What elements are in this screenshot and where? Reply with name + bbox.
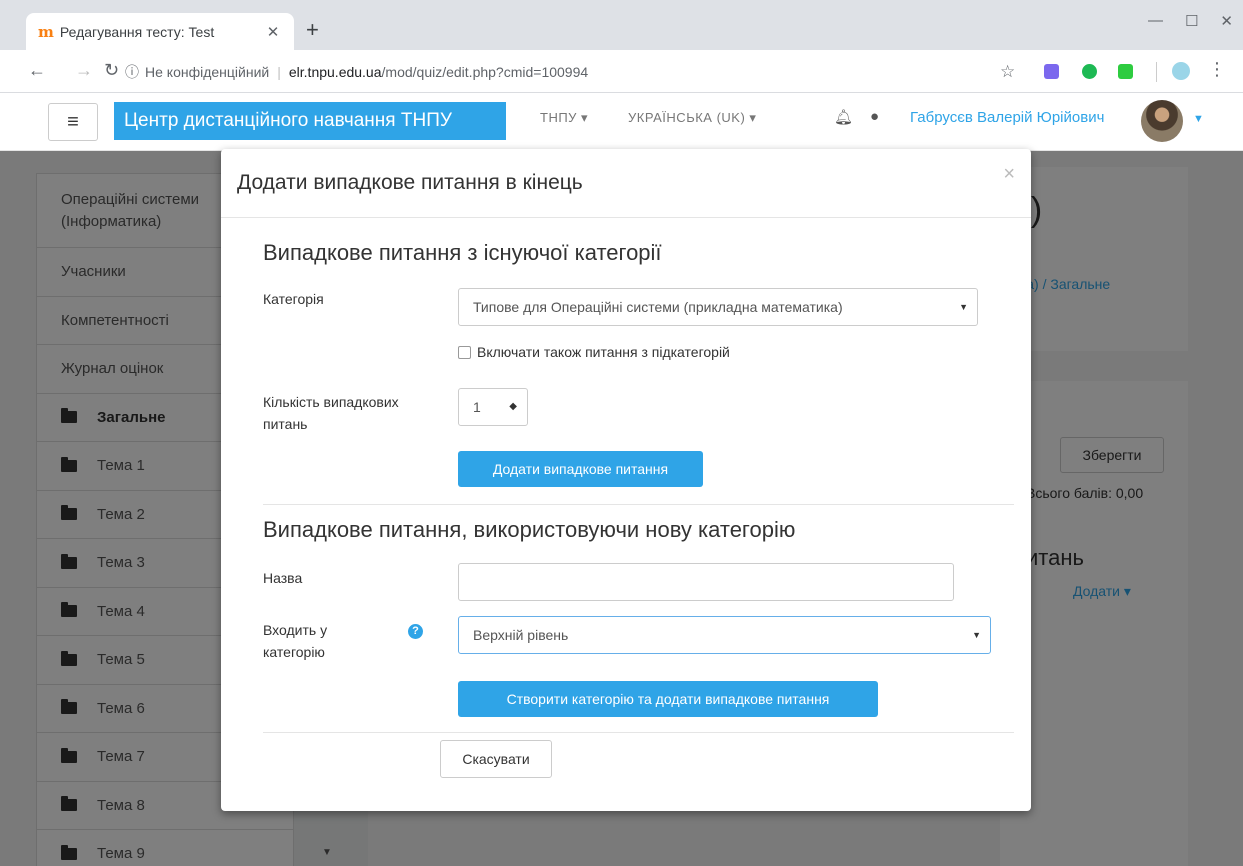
name-label: Назва bbox=[263, 570, 303, 586]
add-random-question-button[interactable]: Додати випадкове питання bbox=[458, 451, 703, 487]
browser-tab[interactable]: m Редагування тесту: Test ✕ bbox=[26, 13, 294, 50]
address-bar: ← → ↻ ⓘ Не конфіденційний | elr.tnpu.edu… bbox=[0, 50, 1243, 93]
section-divider bbox=[263, 504, 1014, 505]
create-category-button[interactable]: Створити категорію та додати випадкове п… bbox=[458, 681, 878, 717]
translate-extension-icon[interactable] bbox=[1044, 64, 1059, 79]
count-select-value: 1 bbox=[473, 399, 481, 415]
close-icon[interactable]: × bbox=[1003, 163, 1015, 186]
avatar[interactable] bbox=[1141, 100, 1183, 142]
url-field[interactable]: ⓘ Не конфіденційний | elr.tnpu.edu.ua /m… bbox=[125, 57, 993, 86]
site-brand[interactable]: Центр дистанційного навчання ТНПУ bbox=[114, 102, 506, 140]
hamburger-menu-icon[interactable]: ≡ bbox=[48, 103, 98, 141]
extension-separator bbox=[1156, 62, 1157, 82]
classroom-extension-icon[interactable] bbox=[1118, 64, 1133, 79]
url-host: elr.tnpu.edu.ua bbox=[288, 63, 382, 80]
parent-category-label: Входить у категорію bbox=[263, 622, 328, 660]
footer-divider bbox=[263, 732, 1014, 733]
include-subcategories[interactable]: Включати також питання з підкатегорій bbox=[458, 344, 730, 360]
info-icon[interactable]: ⓘ bbox=[125, 62, 139, 82]
chat-bubble-icon[interactable]: ● bbox=[870, 108, 879, 125]
cancel-button[interactable]: Скасувати bbox=[440, 740, 552, 778]
profile-icon[interactable] bbox=[1172, 62, 1190, 80]
chat-extension-icon[interactable] bbox=[1082, 64, 1097, 79]
tab-close-icon[interactable]: ✕ bbox=[264, 23, 282, 41]
include-subcategories-checkbox[interactable] bbox=[458, 345, 471, 359]
category-select[interactable]: Типове для Операційні системи (прикладна… bbox=[458, 288, 978, 326]
reload-icon[interactable]: ↻ bbox=[104, 60, 119, 80]
minimize-icon[interactable]: — bbox=[1148, 12, 1163, 30]
category-label: Категорія bbox=[263, 291, 324, 307]
close-window-icon[interactable]: ✕ bbox=[1220, 12, 1233, 30]
url-separator: | bbox=[277, 63, 281, 80]
count-select[interactable]: 1 ◆ bbox=[458, 388, 528, 426]
random-question-dialog: Додати випадкове питання в кінець × Випа… bbox=[221, 149, 1031, 811]
browser-tabbar: m Редагування тесту: Test ✕ + — ☐ ✕ bbox=[0, 0, 1243, 50]
site-navbar: ≡ Центр дистанційного навчання ТНПУ ТНПУ… bbox=[0, 94, 1243, 151]
new-category-heading: Випадкове питання, використовуючи нову к… bbox=[263, 517, 796, 542]
url-path: /mod/quiz/edit.php?cmid=100994 bbox=[381, 63, 589, 80]
bell-icon[interactable]: 🔔︎ bbox=[834, 108, 853, 126]
chevron-down-icon: ▼ bbox=[972, 630, 981, 640]
back-arrow-icon[interactable]: ← bbox=[28, 60, 46, 80]
help-icon[interactable]: ? bbox=[408, 624, 423, 639]
chevron-down-icon: ▼ bbox=[959, 302, 968, 312]
tab-title: Редагування тесту: Test bbox=[59, 23, 215, 40]
category-select-value: Типове для Операційні системи (прикладна… bbox=[473, 299, 843, 315]
existing-category-heading: Випадкове питання з існуючої категорії bbox=[263, 240, 662, 265]
modal-title: Додати випадкове питання в кінець bbox=[237, 171, 583, 194]
tnpu-menu[interactable]: ТНПУ ▾ bbox=[540, 110, 588, 126]
parent-category-select[interactable]: Верхній рівень ▼ bbox=[458, 616, 991, 654]
user-name[interactable]: Габрусєв Валерій Юрійович bbox=[910, 109, 1104, 126]
window-controls: — ☐ ✕ bbox=[1148, 12, 1233, 30]
menu-dots-icon[interactable]: ⋮ bbox=[1208, 59, 1226, 80]
name-input[interactable] bbox=[458, 563, 954, 601]
language-menu[interactable]: УКРАЇНСЬКА (UK) ▾ bbox=[628, 110, 756, 126]
count-label: Кількість випадкових питань bbox=[263, 394, 399, 432]
new-tab-icon[interactable]: + bbox=[306, 17, 319, 43]
star-icon[interactable]: ☆ bbox=[1000, 62, 1015, 82]
insecure-label: Не конфіденційний bbox=[145, 63, 270, 80]
user-menu-caret-icon[interactable]: ▼ bbox=[1193, 113, 1204, 125]
forward-arrow-icon[interactable]: → bbox=[75, 60, 93, 80]
modal-header: Додати випадкове питання в кінець × bbox=[221, 149, 1031, 218]
parent-category-value: Верхній рівень bbox=[473, 627, 569, 643]
include-subcategories-label: Включати також питання з підкатегорій bbox=[477, 344, 730, 360]
maximize-icon[interactable]: ☐ bbox=[1185, 12, 1198, 30]
moodle-favicon-icon: m bbox=[38, 22, 54, 41]
up-down-arrows-icon: ◆ bbox=[509, 401, 517, 412]
